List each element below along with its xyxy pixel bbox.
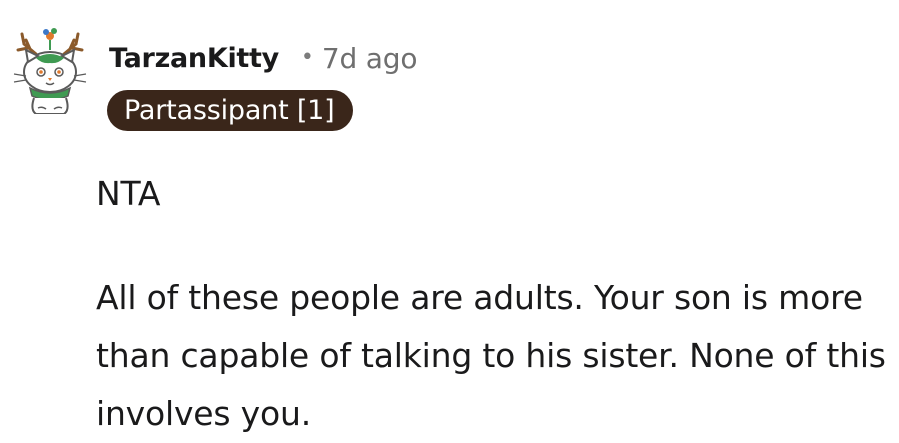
comment-header: TarzanKitty • 7d ago xyxy=(109,36,417,80)
user-avatar[interactable] xyxy=(6,14,96,115)
cat-with-antlers-avatar-icon xyxy=(13,28,87,115)
user-flair-badge: Partassipant [1] xyxy=(107,90,353,131)
separator-dot: • xyxy=(300,44,314,70)
username-link[interactable]: TarzanKitty xyxy=(109,43,279,74)
timestamp-link[interactable]: 7d ago xyxy=(322,42,418,75)
comment-body: NTA All of these people are adults. Your… xyxy=(96,165,886,443)
comment-paragraph: All of these people are adults. Your son… xyxy=(96,278,886,433)
comment-paragraph: NTA xyxy=(96,174,161,213)
